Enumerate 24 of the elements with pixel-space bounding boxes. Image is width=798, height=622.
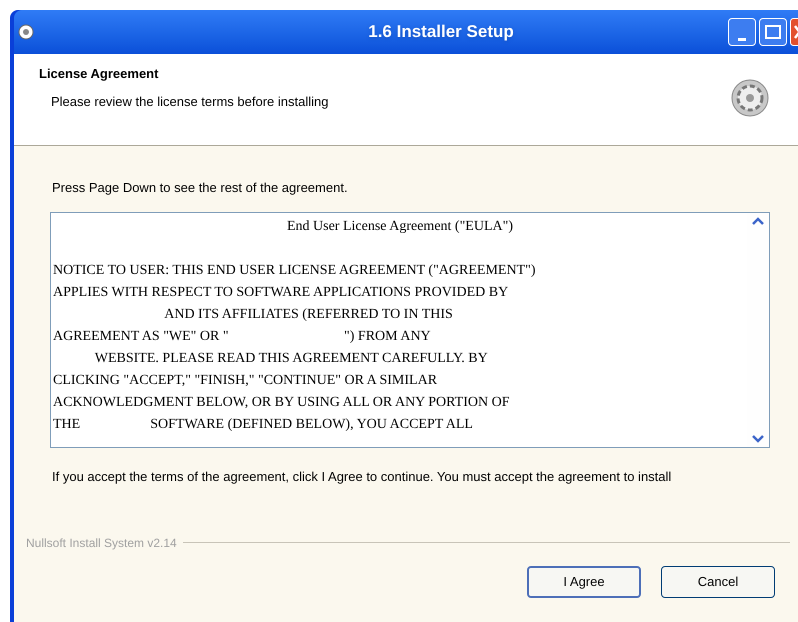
agree-button[interactable]: I Agree	[527, 566, 641, 598]
license-line: APPLIES WITH RESPECT TO SOFTWARE APPLICATIONS PROVIDED BY	[53, 284, 510, 302]
scroll-down-icon[interactable]	[752, 434, 764, 442]
app-icon	[18, 24, 34, 40]
window-title: 1.6 Installer Setup	[367, 21, 515, 44]
installer-icon	[730, 78, 770, 118]
branding-text: Nullsoft Install System v2.14	[26, 534, 177, 552]
license-textbox[interactable]	[50, 212, 770, 448]
license-line: WEBSITE. PLEASE READ THIS AGREEMENT CAREFULLY. BY	[94, 350, 489, 368]
accept-instructions: If you accept the terms of the agreement, click I Agree to continue. You must accept the agreement to install	[52, 468, 672, 486]
license-line: ACKNOWLEDGMENT BELOW, OR BY USING ALL OR ANY PORTION OF	[53, 394, 510, 412]
license-line: NOTICE TO USER: THIS END USER LICENSE AGREEMENT ("AGREEMENT")	[53, 262, 537, 280]
page-subtitle: Please review the license terms before installing	[50, 92, 330, 111]
page-title: License Agreement	[39, 65, 160, 83]
cancel-button[interactable]: Cancel	[661, 566, 775, 598]
license-line: AND ITS AFFILIATES (REFERRED TO IN THIS	[163, 306, 454, 324]
license-heading: End User License Agreement ("EULA")	[286, 218, 514, 236]
license-line: CLICKING "ACCEPT," "FINISH," "CONTINUE" OR A SIMILAR	[53, 372, 438, 390]
license-line: AGREEMENT AS "WE" OR " ") FROM ANY	[53, 328, 432, 346]
maximize-button[interactable]	[759, 18, 787, 46]
instruction-text: Press Page Down to see the rest of the agreement.	[52, 179, 349, 197]
minimize-button[interactable]	[728, 18, 756, 46]
scroll-up-icon[interactable]	[752, 216, 764, 224]
license-line: THE SOFTWARE (DEFINED BELOW), YOU ACCEPT ALL	[53, 416, 474, 434]
